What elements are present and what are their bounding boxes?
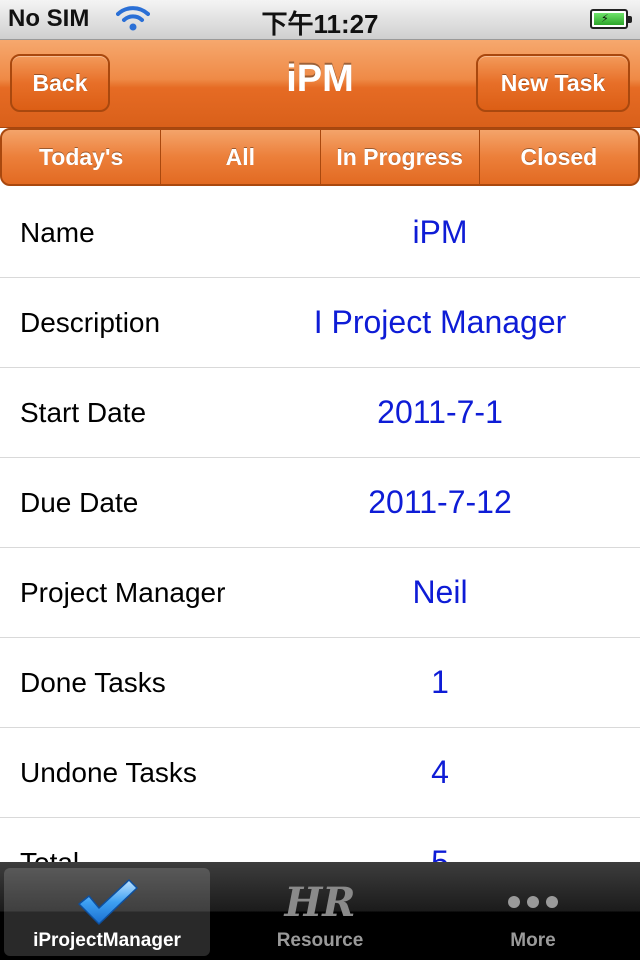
row-label: Due Date bbox=[20, 487, 139, 518]
row-label: Total bbox=[20, 818, 242, 862]
row-label: Project Manager bbox=[20, 577, 226, 608]
row-value: I Project Manager bbox=[313, 304, 567, 340]
navigation-bar: Back iPM New Task bbox=[0, 40, 640, 128]
tab-more[interactable]: More bbox=[430, 868, 636, 956]
filter-segmented-control: Today's All In Progress Closed bbox=[0, 128, 640, 186]
tab-label: Resource bbox=[276, 930, 364, 951]
table-row[interactable]: Start Date 2011-7-1 bbox=[0, 368, 640, 458]
table-row[interactable]: Total 5 bbox=[0, 818, 640, 862]
table-row[interactable]: Undone Tasks 4 bbox=[0, 728, 640, 818]
clock: 下午11:27 bbox=[261, 9, 379, 39]
new-task-button[interactable]: New Task bbox=[476, 54, 630, 112]
tab-label: More bbox=[510, 930, 556, 951]
segment-in-progress[interactable]: In Progress bbox=[321, 130, 480, 184]
tab-resource[interactable]: HR Resource bbox=[217, 868, 423, 956]
table-row[interactable]: Project Manager Neil bbox=[0, 548, 640, 638]
row-label: Start Date bbox=[20, 397, 147, 428]
tab-label: iProjectManager bbox=[33, 930, 181, 951]
row-value: 2011-7-1 bbox=[377, 394, 503, 430]
row-value: 5 bbox=[431, 844, 449, 862]
row-label: Done Tasks bbox=[20, 667, 166, 698]
checkmark-icon bbox=[4, 874, 210, 930]
battery-charging-icon: ⚡ bbox=[590, 9, 632, 29]
status-bar: No SIM 下午11:27 ⚡ bbox=[0, 0, 640, 40]
project-detail-table[interactable]: Name iPM Description I Project Manager S… bbox=[0, 188, 640, 862]
row-label: Undone Tasks bbox=[20, 757, 197, 788]
row-value: Neil bbox=[412, 574, 468, 610]
tab-bar: iProjectManager HR Resource More bbox=[0, 862, 640, 960]
row-label: Description bbox=[20, 307, 161, 338]
more-dots-icon bbox=[430, 874, 636, 930]
row-value: 4 bbox=[431, 754, 449, 790]
row-value: 1 bbox=[431, 664, 449, 700]
table-row[interactable]: Due Date 2011-7-12 bbox=[0, 458, 640, 548]
row-value: iPM bbox=[412, 214, 468, 250]
segment-all[interactable]: All bbox=[161, 130, 321, 184]
table-row[interactable]: Description I Project Manager bbox=[0, 278, 640, 368]
row-value: 2011-7-12 bbox=[368, 484, 512, 520]
row-label: Name bbox=[20, 217, 95, 248]
hr-icon: HR bbox=[284, 878, 356, 926]
segment-todays[interactable]: Today's bbox=[2, 130, 162, 184]
table-row[interactable]: Done Tasks 1 bbox=[0, 638, 640, 728]
table-row[interactable]: Name iPM bbox=[0, 188, 640, 278]
tab-iprojectmanager[interactable]: iProjectManager bbox=[4, 868, 210, 956]
segment-closed[interactable]: Closed bbox=[480, 130, 638, 184]
